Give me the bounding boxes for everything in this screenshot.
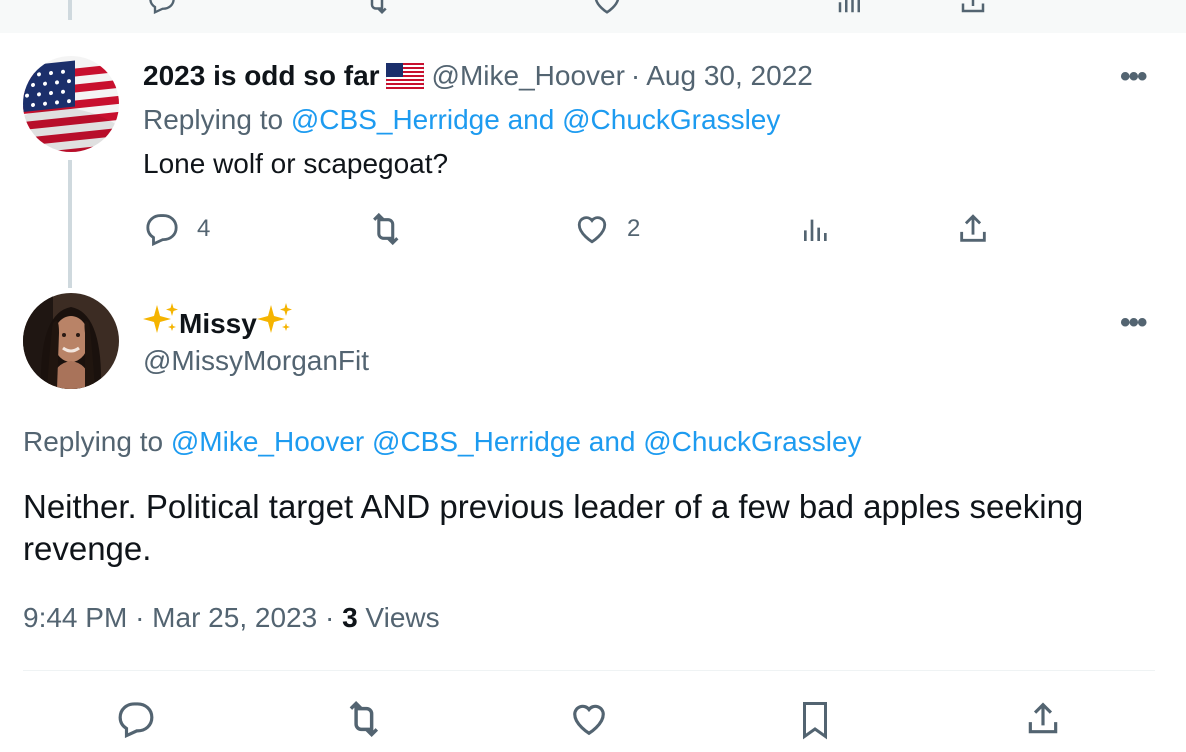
reply-reply-action[interactable]: 4	[145, 212, 210, 246]
views-icon[interactable]	[835, 0, 865, 16]
main-bookmark-action[interactable]	[797, 700, 833, 740]
reply-date[interactable]: Aug 30, 2022	[646, 60, 813, 91]
divider	[23, 670, 1155, 671]
main-display-name[interactable]: Missy	[179, 308, 257, 339]
reply-like-count: 2	[627, 215, 641, 242]
reply-handle[interactable]: @Mike_Hoover	[432, 60, 625, 91]
reply-more-icon[interactable]: •••	[1120, 60, 1147, 94]
reply-icon[interactable]	[148, 0, 176, 14]
reply-icon[interactable]	[145, 212, 179, 246]
main-time[interactable]: 9:44 PM	[23, 602, 127, 633]
reply-retweet-action[interactable]	[366, 212, 404, 246]
like-icon[interactable]	[592, 0, 622, 16]
main-tweet-name-row[interactable]: Missy	[143, 301, 293, 339]
reply-display-name[interactable]: 2023 is odd so far	[143, 60, 380, 91]
reply-tweet-header: 2023 is odd so far @Mike_Hoover · Aug 30, 2…	[143, 58, 813, 94]
avatar-missy[interactable]	[23, 293, 119, 389]
reply-replying-to-prefix: Replying to	[143, 104, 284, 135]
reply-share-action[interactable]	[956, 212, 990, 246]
like-icon[interactable]	[570, 700, 608, 738]
share-icon[interactable]	[956, 212, 990, 246]
main-share-action[interactable]	[1024, 700, 1062, 738]
reply-like-action[interactable]: 2	[575, 212, 640, 246]
reply-replying-to-accounts[interactable]: @CBS_Herridge and @ChuckGrassley	[291, 104, 780, 135]
main-replying-to-accounts[interactable]: @Mike_Hoover @CBS_Herridge and @ChuckGra…	[171, 426, 862, 457]
main-separator-1: ·	[135, 602, 145, 633]
main-handle[interactable]: @MissyMorganFit	[143, 343, 369, 379]
previous-tweet-action-bar	[0, 0, 1186, 33]
bookmark-icon[interactable]	[797, 700, 833, 740]
main-like-action[interactable]	[570, 700, 608, 738]
retweet-icon[interactable]	[342, 700, 384, 738]
main-date[interactable]: Mar 25, 2023	[152, 602, 317, 633]
main-views-label[interactable]: Views	[365, 602, 439, 633]
thread-line-top	[68, 0, 72, 20]
like-icon[interactable]	[575, 212, 609, 246]
reply-icon[interactable]	[117, 700, 155, 738]
main-reply-action[interactable]	[117, 700, 155, 738]
reply-tweet-text: Lone wolf or scapegoat?	[143, 148, 449, 179]
reply-separator: ·	[630, 60, 641, 91]
reply-replying-to: Replying to @CBS_Herridge and @ChuckGras…	[143, 102, 780, 138]
retweet-icon[interactable]	[362, 0, 392, 16]
main-retweet-action[interactable]	[342, 700, 384, 738]
reply-reply-count: 4	[197, 215, 211, 242]
reply-views-action[interactable]	[800, 212, 832, 246]
main-replying-to: Replying to @Mike_Hoover @CBS_Herridge a…	[23, 424, 862, 460]
main-tweet-text: Neither. Political target AND previous l…	[23, 488, 1084, 567]
main-separator-2: ·	[324, 602, 335, 633]
main-views-count: 3	[342, 602, 358, 633]
main-more-icon[interactable]: •••	[1120, 306, 1147, 340]
retweet-icon[interactable]	[366, 212, 404, 246]
views-icon[interactable]	[800, 212, 832, 246]
share-icon[interactable]	[958, 0, 988, 16]
main-tweet-meta: 9:44 PM · Mar 25, 2023 · 3 Views	[23, 600, 440, 636]
us-flag-emoji-icon	[385, 62, 425, 103]
share-icon[interactable]	[1024, 700, 1062, 738]
thread-line-connector	[68, 160, 72, 288]
avatar-us-flag[interactable]	[23, 56, 119, 152]
main-replying-to-prefix: Replying to	[23, 426, 164, 457]
